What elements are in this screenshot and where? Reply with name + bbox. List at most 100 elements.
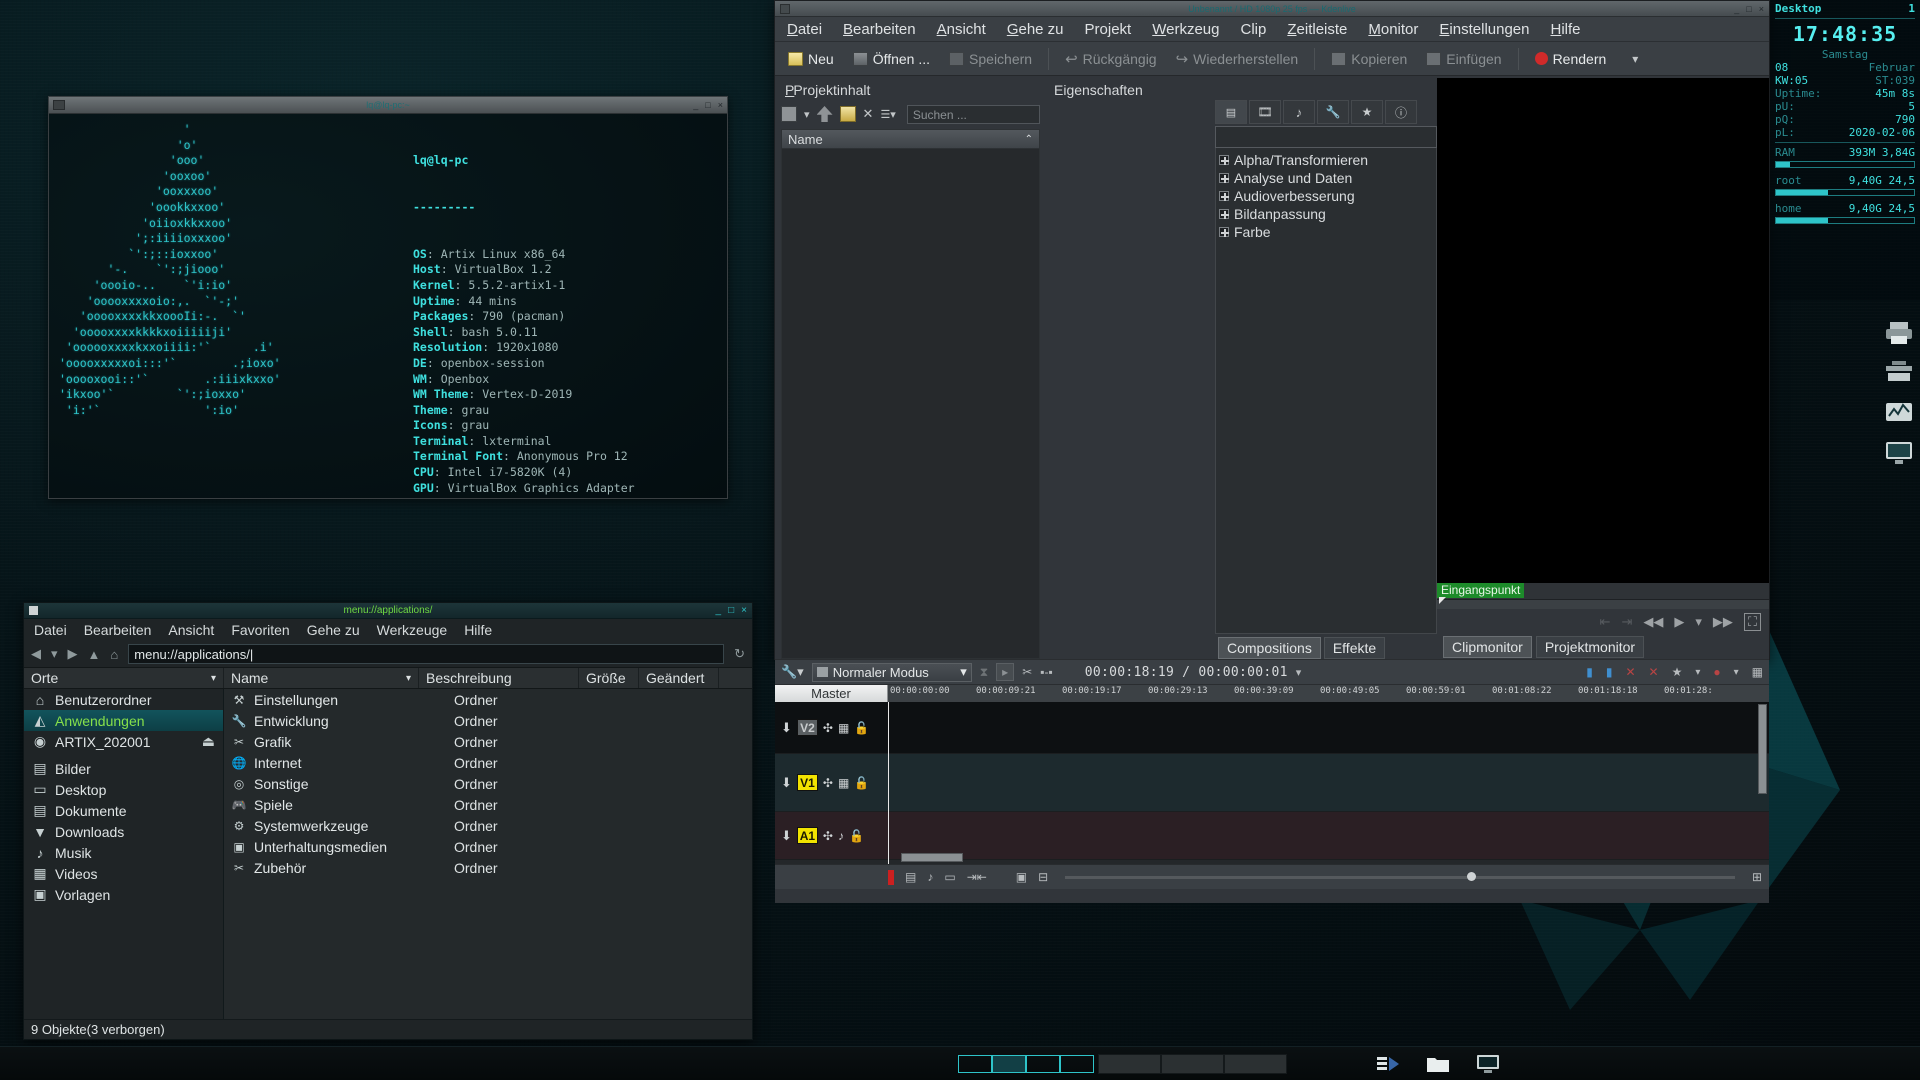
file-row[interactable]: 🔧 Entwicklung Ordner: [224, 710, 752, 731]
menu-item-bearbeiten[interactable]: Bearbeiten: [843, 21, 916, 38]
timeline-master-label[interactable]: Master: [775, 685, 888, 702]
terminal-titlebar[interactable]: lq@lq-pc:~ _ □ ×: [49, 97, 727, 114]
sort-chevron-up-icon[interactable]: ⌃: [1025, 134, 1033, 145]
set-out-icon[interactable]: ⇥: [1621, 614, 1632, 630]
track-lane[interactable]: [888, 754, 1769, 811]
place-item-dokumente[interactable]: ▤ Dokumente: [24, 800, 223, 821]
chevron-down-icon[interactable]: ▾: [804, 108, 810, 121]
file-row[interactable]: ✂ Zubehör Ordner: [224, 857, 752, 878]
effects-icon[interactable]: ✣: [823, 721, 833, 735]
column-header-beschreibung[interactable]: Beschreibung: [419, 668, 579, 688]
razor-icon[interactable]: ▸: [996, 663, 1015, 681]
marker-blue-icon[interactable]: ▮: [1586, 665, 1593, 679]
expand-plus-icon[interactable]: [1219, 209, 1229, 219]
zoom-fit-icon[interactable]: ▣: [1016, 870, 1027, 884]
tab-compositions[interactable]: Compositions: [1218, 637, 1321, 659]
column-header-größe[interactable]: Größe: [579, 668, 639, 688]
workspace-pager[interactable]: [958, 1054, 1094, 1073]
file-manager-window-controls[interactable]: _ □ ×: [716, 605, 747, 616]
maximize-icon[interactable]: □: [728, 605, 734, 616]
zoom-out-icon[interactable]: ⊟: [1038, 870, 1048, 884]
timeline[interactable]: Master 00:00:00:00 00:00:09:21 00:00:19:17…: [775, 685, 1769, 889]
effects-icon[interactable]: ✣: [823, 829, 833, 843]
monitor-graph-icon[interactable]: [1884, 400, 1914, 426]
workspace-2[interactable]: [992, 1054, 1026, 1073]
workspace-3[interactable]: [1026, 1054, 1060, 1073]
sort-chevron-down-icon[interactable]: ▾: [406, 673, 411, 684]
minimize-icon[interactable]: _: [1734, 4, 1739, 14]
place-item-musik[interactable]: ♪ Musik: [24, 842, 223, 863]
folder-icon[interactable]: [1425, 1053, 1451, 1075]
rewind-icon[interactable]: ◀◀: [1643, 614, 1663, 630]
file-manager-titlebar[interactable]: menu://applications/ _ □ ×: [24, 603, 752, 619]
eject-icon[interactable]: ⏏: [202, 733, 215, 750]
task-button[interactable]: [1098, 1053, 1161, 1074]
fm-menu-item-favoriten[interactable]: Favoriten: [231, 622, 289, 638]
project-bin-toolbar[interactable]: ▾ ✕ ☰▾ Suchen ...: [781, 102, 1040, 126]
menu-item-gehe-zu[interactable]: Gehe zu: [1007, 21, 1064, 38]
toolbar-overflow-chevron-icon[interactable]: ▾: [1632, 52, 1638, 66]
zoom-in-icon[interactable]: ⊞: [1752, 870, 1762, 884]
place-item-anwendungen[interactable]: ◭ Anwendungen: [24, 710, 223, 731]
effects-tab-strip[interactable]: ▤ 🎞 ♪ 🔧 ★ ⓘ: [1215, 98, 1437, 124]
star-icon[interactable]: ★: [1672, 665, 1683, 679]
kdenlive-menubar[interactable]: Datei Bearbeiten Ansicht Gehe zu Projekt Werk…: [775, 17, 1769, 42]
track-lane[interactable]: [888, 812, 1769, 859]
marker-red-icon[interactable]: ✕: [1625, 665, 1635, 679]
file-manager-menubar[interactable]: Datei Bearbeiten Ansicht Favoriten Gehe zu We…: [24, 619, 752, 641]
toolbar-redo-button[interactable]: ↪ Wiederherstellen: [1169, 47, 1306, 71]
up-arrow-icon[interactable]: ▲: [88, 647, 101, 662]
mixer-icon[interactable]: ▤: [905, 870, 916, 884]
scissors-icon[interactable]: ✂: [1022, 665, 1032, 679]
taskbar[interactable]: [0, 1046, 1920, 1080]
marker-red2-icon[interactable]: ✕: [1649, 665, 1659, 679]
effect-category[interactable]: Audioverbesserung: [1219, 187, 1436, 205]
terminal-window-controls[interactable]: _ □ ×: [693, 100, 723, 110]
maximize-icon[interactable]: □: [705, 100, 710, 110]
delete-x-icon[interactable]: ✕: [863, 106, 874, 122]
terminal-window[interactable]: lq@lq-pc:~ _ □ × ' 'o' 'ooo' 'ooxoo' 'oo…: [48, 96, 728, 499]
new-folder-icon[interactable]: [839, 106, 856, 122]
toolbar-render-button[interactable]: Rendern: [1528, 48, 1614, 70]
close-icon[interactable]: ×: [1759, 4, 1764, 14]
chevron-down2-icon[interactable]: ▾: [1734, 667, 1739, 678]
timeline-ruler[interactable]: 00:00:00:00 00:00:09:21 00:00:19:17 00:00:2…: [888, 685, 1769, 702]
fm-menu-item-werkzeuge[interactable]: Werkzeuge: [377, 622, 448, 638]
column-header-orte[interactable]: Orte ▾: [24, 668, 224, 688]
toolbar-paste-button[interactable]: Einfügen: [1419, 48, 1508, 70]
wrench-icon[interactable]: 🔧▾: [781, 664, 804, 680]
printer-icon[interactable]: [1884, 320, 1914, 346]
menu-item-projekt[interactable]: Projekt: [1085, 21, 1132, 38]
menu-item-einstellungen[interactable]: Einstellungen: [1439, 21, 1529, 38]
arrow-down-icon[interactable]: ⬇: [781, 828, 792, 844]
toolbar-undo-button[interactable]: ↩ Rückgängig: [1058, 47, 1164, 71]
kdenlive-toolbar[interactable]: Neu Öffnen ... Speichern ↩ Rückgängig ↪ …: [775, 42, 1769, 76]
track-header[interactable]: ⬇ A1 ✣ ♪ 🔓: [775, 812, 888, 859]
display-icon[interactable]: [1884, 440, 1914, 466]
file-row[interactable]: ◎ Sonstige Ordner: [224, 773, 752, 794]
tab-projektmonitor[interactable]: Projektmonitor: [1535, 636, 1645, 658]
timeline-horizontal-scrollbar[interactable]: [901, 853, 963, 862]
kdenlive-window-controls[interactable]: _ □ ×: [1734, 4, 1764, 14]
unlock-icon[interactable]: 🔓: [854, 721, 869, 735]
project-bin-search-input[interactable]: Suchen ...: [906, 104, 1040, 124]
monitor-ruler[interactable]: [1437, 597, 1769, 609]
track-name-V1[interactable]: V1: [796, 774, 818, 791]
reload-icon[interactable]: ↻: [734, 646, 745, 662]
toolbar-copy-button[interactable]: Kopieren: [1324, 48, 1414, 70]
track-header[interactable]: ⬇ V2 ✣ ▦ 🔓: [775, 702, 888, 753]
menu-item-monitor[interactable]: Monitor: [1368, 21, 1418, 38]
timeline-track[interactable]: ⬇ V1 ✣ ▦ 🔓: [775, 754, 1769, 812]
tab-main-effects[interactable]: ▤: [1215, 100, 1247, 124]
effects-icon[interactable]: ✣: [823, 776, 833, 790]
column-header-name[interactable]: Name ▾: [224, 668, 419, 688]
place-item-benutzerordner[interactable]: ⌂ Benutzerordner: [24, 689, 223, 710]
monitor-transport-controls[interactable]: ⇤ ⇥ ◀◀ ▶ ▾ ▶▶ ⛶: [1437, 609, 1769, 635]
unlock-icon[interactable]: 🔓: [849, 829, 864, 843]
keyframe-icon[interactable]: ▭: [944, 870, 955, 884]
task-button[interactable]: [1161, 1053, 1224, 1074]
expand-plus-icon[interactable]: [1219, 173, 1229, 183]
fullscreen-icon[interactable]: ⛶: [1743, 613, 1761, 631]
arrow-down-icon[interactable]: ⬇: [781, 775, 792, 791]
effect-category[interactable]: Bildanpassung: [1219, 205, 1436, 223]
